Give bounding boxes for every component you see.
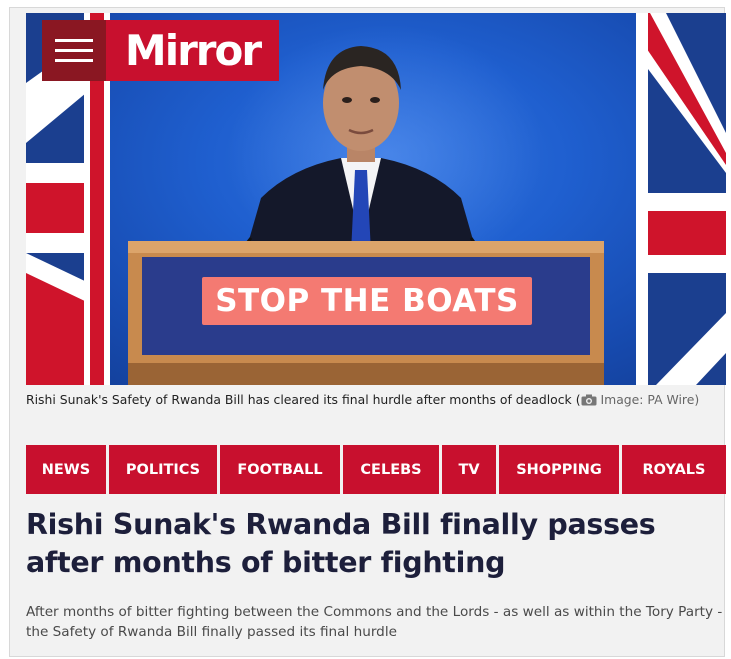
article-standfirst: After months of bitter fighting between … xyxy=(26,604,723,640)
nav-item-royals[interactable]: ROYALS xyxy=(622,445,726,494)
image-credit: Image: PA Wire) xyxy=(600,392,700,407)
nav-item-news[interactable]: NEWS xyxy=(26,445,106,494)
nav-item-shopping[interactable]: SHOPPING xyxy=(499,445,619,494)
article-headline: Rishi Sunak's Rwanda Bill finally passes… xyxy=(26,508,656,579)
nav-item-football[interactable]: FOOTBALL xyxy=(220,445,340,494)
site-logo[interactable]: Mirror xyxy=(42,20,279,81)
nav-item-tv[interactable]: TV xyxy=(442,445,496,494)
nav-item-politics[interactable]: POLITICS xyxy=(109,445,217,494)
camera-icon xyxy=(581,394,597,406)
caption-text: Rishi Sunak's Safety of Rwanda Bill has … xyxy=(26,392,572,407)
hamburger-menu-icon[interactable] xyxy=(42,20,106,81)
stop-the-boats-sign: STOP THE BOATS xyxy=(202,277,532,325)
mirror-logo-text[interactable]: Mirror xyxy=(106,20,279,81)
image-caption: Rishi Sunak's Safety of Rwanda Bill has … xyxy=(26,391,716,408)
section-nav: NEWS POLITICS FOOTBALL CELEBS TV SHOPPIN… xyxy=(26,445,726,494)
nav-item-celebs[interactable]: CELEBS xyxy=(343,445,439,494)
union-flag-right xyxy=(636,13,726,385)
